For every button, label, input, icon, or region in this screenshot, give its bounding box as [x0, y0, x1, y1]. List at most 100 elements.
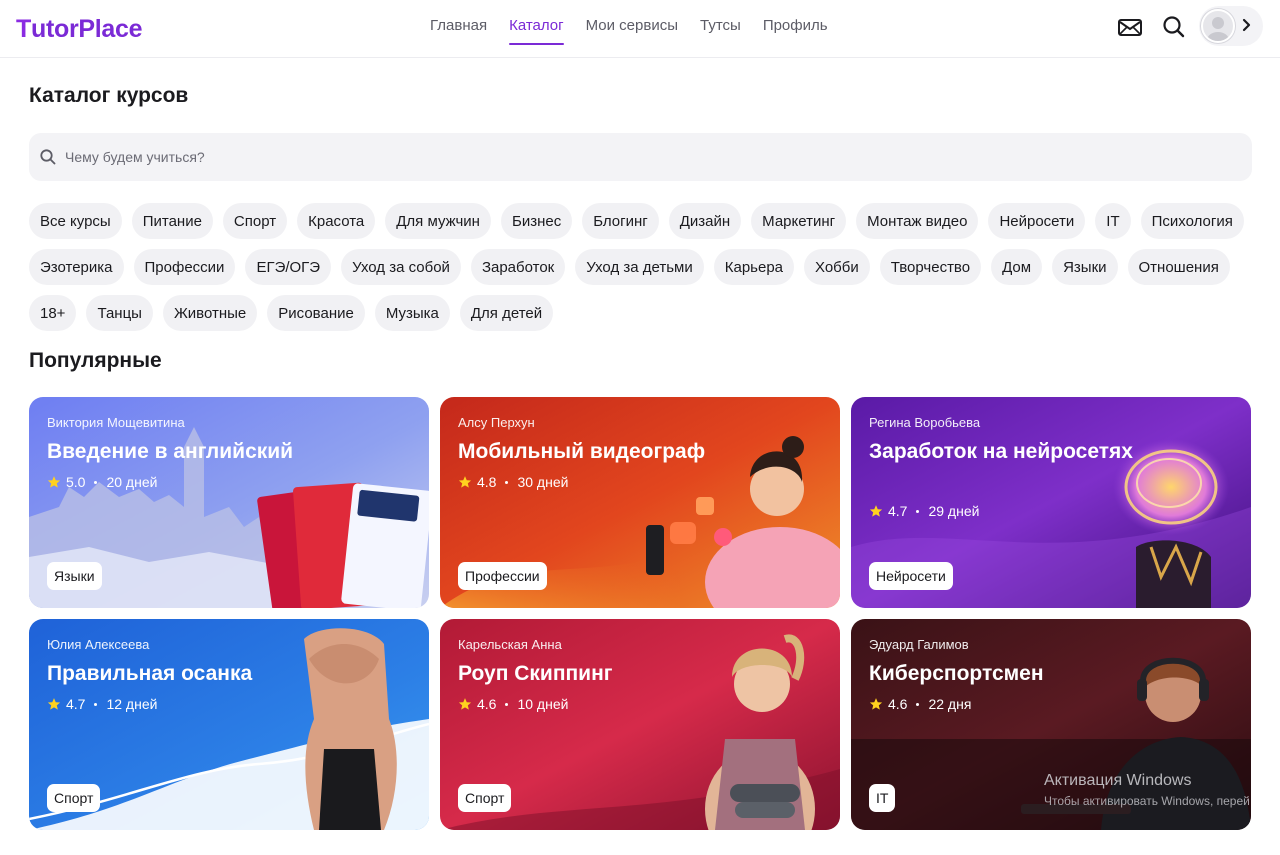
star-icon: [47, 476, 61, 488]
course-tag: IT: [869, 784, 896, 812]
course-duration: 22 дня: [928, 696, 972, 712]
course-meta: 4.8 30 дней: [458, 474, 568, 490]
chip-career[interactable]: Карьера: [713, 249, 794, 285]
course-meta: 4.7 29 дней: [869, 503, 979, 519]
course-card[interactable]: Виктория Мощевитина Введение в английски…: [29, 397, 429, 608]
course-title: Киберспортсмен: [869, 662, 1044, 685]
course-tag: Языки: [47, 562, 102, 590]
profile-menu-button[interactable]: [1199, 6, 1263, 46]
search-input[interactable]: [65, 133, 1235, 181]
search-icon[interactable]: [1161, 14, 1187, 40]
course-meta: 4.6 22 дня: [869, 696, 971, 712]
chip-row: Все курсы Питание Спорт Красота Для мужч…: [29, 203, 1259, 239]
avatar: [1201, 9, 1235, 43]
nav-tuts[interactable]: Тутсы: [689, 0, 752, 46]
course-tag: Спорт: [47, 784, 101, 812]
chip-hobby[interactable]: Хобби: [804, 249, 870, 285]
chip-neural-networks[interactable]: Нейросети: [988, 203, 1086, 239]
search-bar: [29, 133, 1252, 181]
chip-childcare[interactable]: Уход за детьми: [575, 249, 704, 285]
chip-business[interactable]: Бизнес: [500, 203, 573, 239]
course-title: Правильная осанка: [47, 662, 253, 685]
course-author: Виктория Мощевитина: [47, 415, 185, 430]
course-tag: Спорт: [458, 784, 512, 812]
chip-psychology[interactable]: Психология: [1140, 203, 1244, 239]
course-rating: 4.6: [477, 696, 497, 712]
course-duration: 30 дней: [517, 474, 569, 490]
course-title: Введение в английский: [47, 440, 294, 463]
chip-relationships[interactable]: Отношения: [1127, 249, 1230, 285]
separator-dot: [94, 480, 98, 484]
chip-design[interactable]: Дизайн: [668, 203, 742, 239]
chip-18plus[interactable]: 18+: [29, 295, 77, 331]
chip-sport[interactable]: Спорт: [222, 203, 288, 239]
chip-self-care[interactable]: Уход за собой: [341, 249, 461, 285]
course-card[interactable]: Юлия Алексеева Правильная осанка 4.7 12 …: [29, 619, 429, 830]
course-author: Юлия Алексеева: [47, 637, 150, 652]
nav-profile[interactable]: Профиль: [752, 0, 839, 46]
nav-catalog[interactable]: Каталог: [498, 0, 575, 46]
star-icon: [869, 698, 883, 710]
windows-activation-subtext: Чтобы активировать Windows, перей: [1044, 794, 1250, 808]
chip-for-kids[interactable]: Для детей: [459, 295, 554, 331]
course-tag: Профессии: [458, 562, 547, 590]
course-card[interactable]: Карельская Анна Роуп Скиппинг 4.6 10 дне…: [440, 619, 840, 830]
course-card[interactable]: Регина Воробьева Заработок на нейросетях…: [851, 397, 1251, 608]
popular-section-title: Популярные: [29, 349, 162, 372]
chip-earnings[interactable]: Заработок: [470, 249, 566, 285]
logo-letter: T: [16, 14, 31, 43]
separator-dot: [505, 702, 509, 706]
course-duration: 12 дней: [106, 696, 158, 712]
star-icon: [869, 505, 883, 517]
course-meta: 5.0 20 дней: [47, 474, 157, 490]
windows-activation-watermark: Активация Windows: [1044, 772, 1192, 789]
main-nav: Главная Каталог Мои сервисы Тутсы Профил…: [419, 0, 839, 58]
chevron-right-icon: [1242, 18, 1251, 32]
chip-exams[interactable]: ЕГЭ/ОГЭ: [245, 249, 332, 285]
star-icon: [458, 698, 472, 710]
top-header: TutorPlace Главная Каталог Мои сервисы Т…: [0, 0, 1280, 58]
page-title: Каталог курсов: [29, 84, 189, 107]
chip-video-editing[interactable]: Монтаж видео: [856, 203, 979, 239]
course-duration: 20 дней: [106, 474, 158, 490]
course-tag: Нейросети: [869, 562, 953, 590]
chip-professions[interactable]: Профессии: [133, 249, 236, 285]
chip-dance[interactable]: Танцы: [86, 295, 153, 331]
chip-for-men[interactable]: Для мужчин: [385, 203, 491, 239]
course-rating: 4.7: [66, 696, 86, 712]
chip-home[interactable]: Дом: [991, 249, 1043, 285]
chip-nutrition[interactable]: Питание: [131, 203, 213, 239]
course-card[interactable]: Алсу Перхун Мобильный видеограф 4.8 30 д…: [440, 397, 840, 608]
course-author: Эдуард Галимов: [869, 637, 969, 652]
logo[interactable]: TutorPlace: [16, 14, 143, 44]
chip-animals[interactable]: Животные: [162, 295, 258, 331]
nav-my-services[interactable]: Мои сервисы: [575, 0, 689, 46]
course-author: Регина Воробьева: [869, 415, 981, 430]
separator-dot: [916, 702, 920, 706]
chip-it[interactable]: IT: [1095, 203, 1131, 239]
chip-beauty[interactable]: Красота: [297, 203, 376, 239]
course-duration: 29 дней: [928, 503, 980, 519]
course-author: Карельская Анна: [458, 637, 562, 652]
chip-drawing[interactable]: Рисование: [267, 295, 365, 331]
course-rating: 4.7: [888, 503, 908, 519]
chip-languages[interactable]: Языки: [1052, 249, 1118, 285]
star-icon: [47, 698, 61, 710]
course-rating: 5.0: [66, 474, 86, 490]
separator-dot: [94, 702, 98, 706]
nav-home[interactable]: Главная: [419, 0, 498, 46]
chip-blogging[interactable]: Блогинг: [582, 203, 659, 239]
chip-music[interactable]: Музыка: [374, 295, 450, 331]
course-author: Алсу Перхун: [458, 415, 535, 430]
separator-dot: [505, 480, 509, 484]
logo-text: utorPlace: [30, 14, 143, 43]
chip-row: 18+ Танцы Животные Рисование Музыка Для …: [29, 295, 1259, 331]
course-title: Мобильный видеограф: [458, 440, 706, 463]
chip-esoterics[interactable]: Эзотерика: [29, 249, 124, 285]
chip-all-courses[interactable]: Все курсы: [29, 203, 122, 239]
course-meta: 4.6 10 дней: [458, 696, 568, 712]
chip-creativity[interactable]: Творчество: [879, 249, 982, 285]
chip-marketing[interactable]: Маркетинг: [751, 203, 847, 239]
course-rating: 4.8: [477, 474, 497, 490]
mail-icon[interactable]: [1117, 14, 1143, 40]
